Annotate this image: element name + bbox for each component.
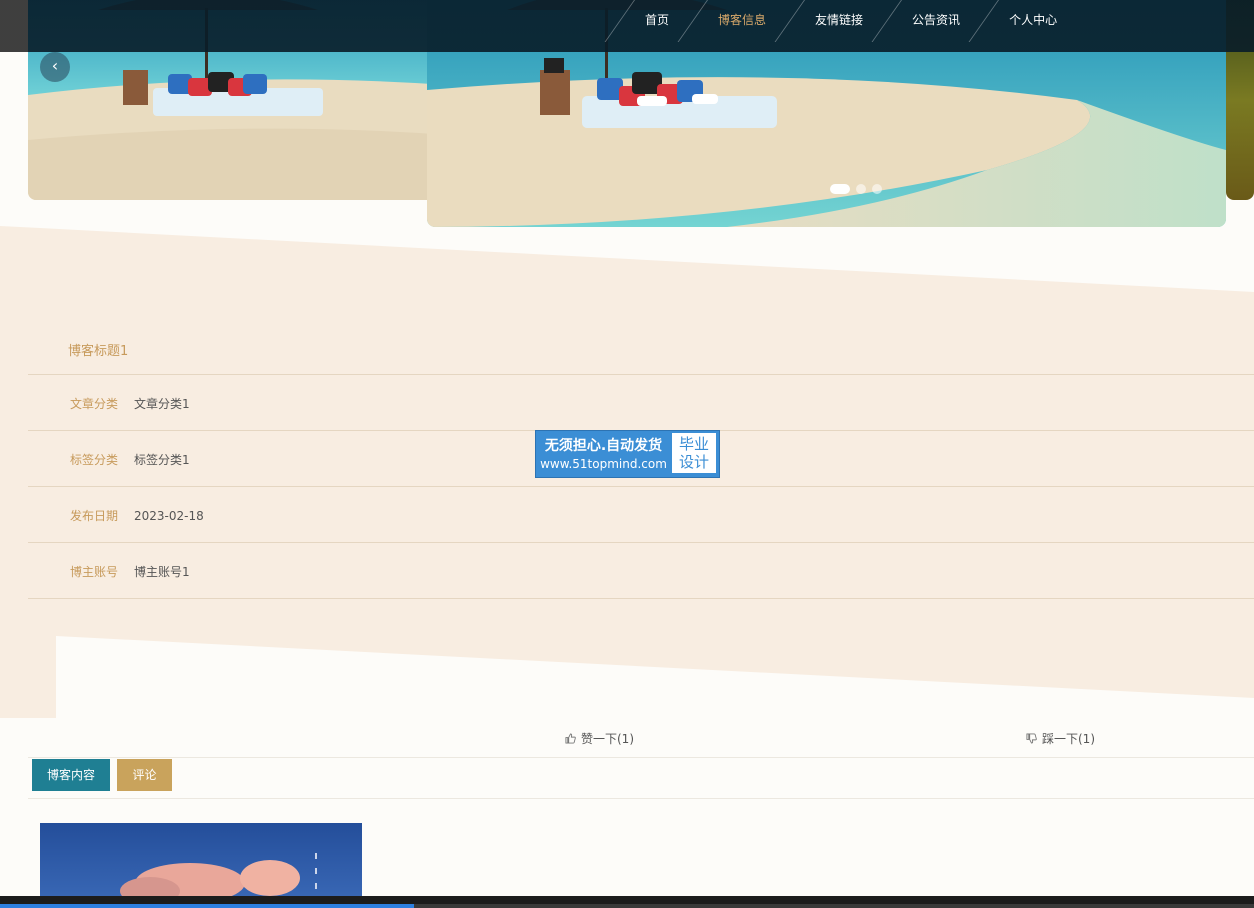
info-value: 标签分类1: [134, 453, 190, 467]
info-label: 标签分类: [69, 453, 118, 467]
carousel-dot-3[interactable]: [872, 184, 882, 194]
watermark-badge-line: 设计: [678, 453, 709, 471]
watermark-banner: 无须担心.自动发货 www.51topmind.com 毕业 设计: [535, 430, 720, 478]
divider: [28, 374, 1254, 375]
info-value: 博主账号1: [134, 565, 190, 579]
like-button[interactable]: 赞一下(1): [565, 730, 634, 747]
chevron-left-icon[interactable]: ‹: [40, 52, 70, 82]
divider: [28, 757, 1254, 758]
info-label: 发布日期: [69, 509, 118, 523]
watermark-slogan: 无须担心.自动发货: [544, 438, 663, 454]
watermark-url: www.51topmind.com: [540, 457, 667, 471]
video-progress-bar[interactable]: [0, 896, 1254, 908]
watermark-badge-line: 毕业: [678, 435, 709, 453]
info-label: 文章分类: [69, 397, 118, 411]
top-navigation: 首页 博客信息 友情链接 公告资讯 个人中心: [0, 0, 1254, 52]
info-row-category: 文章分类 文章分类1: [28, 376, 1254, 432]
tab-blog-content[interactable]: 博客内容: [32, 759, 110, 791]
watermark-text: 无须担心.自动发货 www.51topmind.com: [536, 431, 671, 477]
nav-item-links[interactable]: 友情链接: [791, 0, 887, 40]
progress-track: [0, 904, 1254, 908]
watermark-badge: 毕业 设计: [672, 433, 716, 473]
info-value: 文章分类1: [134, 397, 190, 411]
thumbs-up-icon: [565, 733, 576, 744]
info-label: 博主账号: [69, 565, 118, 579]
info-row-author: 博主账号 博主账号1: [28, 544, 1254, 600]
divider: [28, 598, 1254, 599]
dislike-button[interactable]: 踩一下(1): [1026, 730, 1095, 747]
thumbs-down-icon: [1026, 733, 1037, 744]
nav-menu: 首页 博客信息 友情链接 公告资讯 个人中心: [604, 0, 1081, 42]
nav-item-news[interactable]: 公告资讯: [888, 0, 984, 40]
nav-item-blog[interactable]: 博客信息: [694, 0, 790, 40]
info-value: 2023-02-18: [134, 509, 204, 523]
blog-title: 博客标题1: [68, 344, 129, 359]
divider: [28, 486, 1254, 487]
carousel-dot-1[interactable]: [830, 184, 850, 194]
dislike-label: 踩一下(1): [1042, 732, 1095, 746]
carousel-indicators: [830, 184, 882, 194]
info-row-date: 发布日期 2023-02-18: [28, 488, 1254, 544]
divider: [28, 798, 1254, 799]
nav-item-profile[interactable]: 个人中心: [985, 0, 1081, 40]
like-label: 赞一下(1): [581, 732, 634, 746]
tab-comments[interactable]: 评论: [117, 759, 172, 791]
carousel-dot-2[interactable]: [856, 184, 866, 194]
divider: [28, 542, 1254, 543]
progress-fill: [0, 904, 414, 908]
